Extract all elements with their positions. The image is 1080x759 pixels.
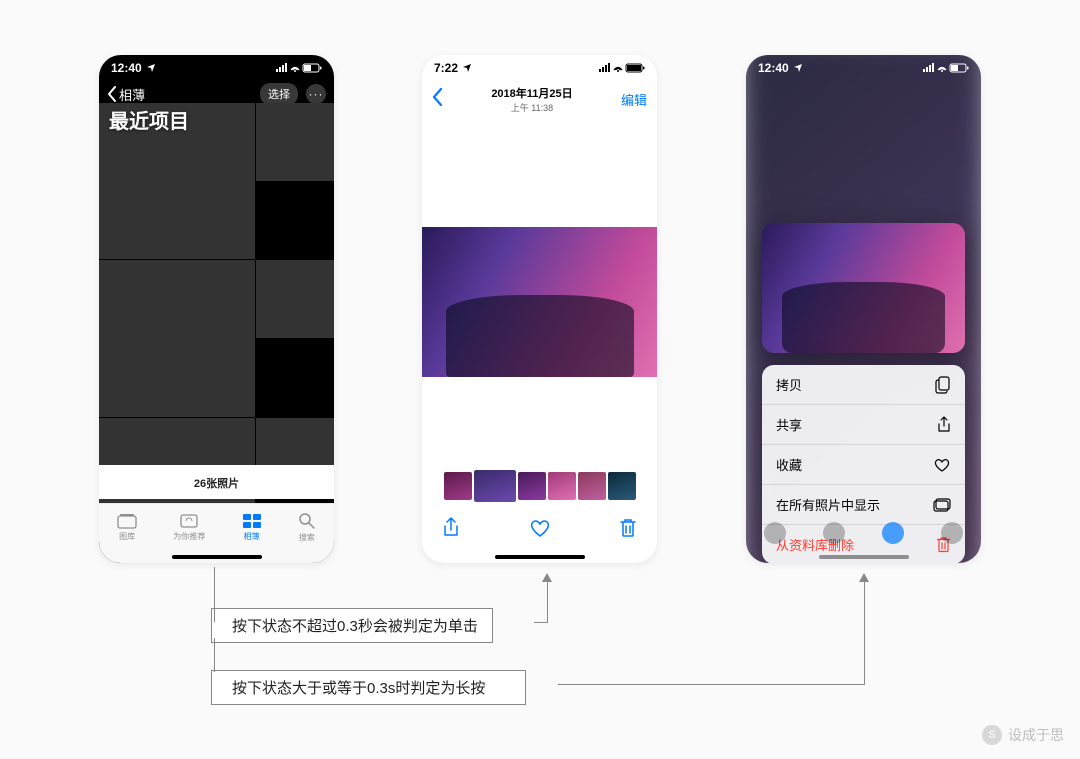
menu-label: 拷贝 — [776, 375, 802, 394]
arrow-head — [542, 573, 552, 582]
copy-icon — [935, 376, 951, 394]
tab-search[interactable]: 搜索 — [298, 512, 316, 543]
back-button[interactable]: 相薄 — [107, 85, 145, 104]
phone-detail: 7:22 2018年11月25日 上午 11:38 编辑 — [422, 55, 657, 563]
status-bar: 7:22 — [422, 55, 657, 81]
strip-thumb[interactable] — [578, 472, 606, 500]
home-indicator[interactable] — [172, 555, 262, 559]
tab-library[interactable]: 图库 — [117, 513, 137, 542]
select-button[interactable]: 选择 — [260, 83, 298, 105]
heart-icon — [933, 457, 951, 473]
menu-label: 收藏 — [776, 455, 802, 474]
connector-line — [547, 580, 548, 623]
tab-label: 搜索 — [299, 532, 315, 543]
favorite-button[interactable] — [529, 518, 551, 538]
connector-line — [864, 580, 865, 685]
album-title: 最近项目 — [109, 105, 189, 134]
photo-view[interactable] — [422, 227, 657, 377]
preview-card[interactable] — [762, 223, 965, 353]
location-icon — [146, 63, 156, 73]
photo-thumb[interactable] — [99, 260, 255, 416]
chevron-left-icon — [432, 88, 443, 106]
photo-thumb[interactable] — [256, 260, 334, 338]
home-indicator[interactable] — [819, 555, 909, 559]
status-bar: 12:40 — [746, 55, 981, 81]
back-label: 相薄 — [119, 85, 145, 104]
share-icon — [937, 416, 951, 434]
delete-button[interactable] — [619, 518, 637, 538]
status-bar: 12:40 — [99, 55, 334, 81]
nav-bar: 2018年11月25日 上午 11:38 编辑 — [422, 81, 657, 118]
annotation-tap-text: 按下状态不超过0.3秒会被判定为单击 — [232, 618, 478, 635]
edit-button[interactable]: 编辑 — [621, 90, 647, 109]
annotation-tap: 按下状态不超过0.3秒会被判定为单击 — [211, 608, 493, 643]
status-indicators — [599, 63, 645, 73]
chevron-left-icon — [107, 86, 117, 102]
photo-toolbar — [422, 507, 657, 549]
date-line2: 上午 11:38 — [491, 101, 572, 114]
photo-thumb[interactable] — [256, 103, 334, 181]
blur-tab — [764, 522, 786, 544]
status-time-text: 12:40 — [758, 61, 789, 75]
menu-label: 共享 — [776, 415, 802, 434]
blur-tab — [823, 522, 845, 544]
menu-share[interactable]: 共享 — [762, 405, 965, 445]
arrow-head — [859, 573, 869, 582]
library-icon — [117, 513, 137, 529]
strip-thumb[interactable] — [548, 472, 576, 500]
connector-line — [214, 567, 215, 622]
strip-thumb[interactable] — [608, 472, 636, 500]
back-button[interactable] — [432, 88, 443, 111]
strip-thumb-selected[interactable] — [474, 470, 516, 502]
blur-tab — [941, 522, 963, 544]
status-indicators — [276, 63, 322, 73]
strip-thumb[interactable] — [444, 472, 472, 500]
albums-icon — [242, 513, 262, 529]
tab-label: 图库 — [119, 531, 135, 542]
tab-label: 相簿 — [244, 531, 260, 542]
menu-favorite[interactable]: 收藏 — [762, 445, 965, 485]
trash-icon — [619, 518, 637, 538]
connector-line — [214, 638, 215, 672]
status-indicators — [923, 63, 969, 73]
phone-albums: 12:40 相薄 选择 ··· 最近项目 26张照片 — [99, 55, 334, 563]
more-button[interactable]: ··· — [306, 84, 326, 104]
share-icon — [442, 517, 460, 539]
date-line1: 2018年11月25日 — [491, 85, 572, 101]
photo-count: 26张照片 — [99, 465, 334, 499]
tab-bar: 图库 为你推荐 相簿 搜索 — [99, 503, 334, 563]
tab-albums[interactable]: 相簿 — [242, 513, 262, 542]
for-you-icon — [179, 513, 199, 529]
phone-context-menu: 12:40 拷贝 共享 收藏 在所有照片中显示 从资料库删除 — [746, 55, 981, 563]
blurred-tabbar — [746, 503, 981, 563]
status-time: 7:22 — [434, 61, 472, 75]
status-time-text: 7:22 — [434, 61, 458, 75]
watermark-text: 设成于思 — [1008, 725, 1064, 745]
watermark-icon: S — [982, 725, 1002, 745]
share-button[interactable] — [442, 517, 460, 539]
tab-for-you[interactable]: 为你推荐 — [173, 513, 205, 542]
watermark: S 设成于思 — [982, 725, 1064, 745]
search-icon — [298, 512, 316, 530]
status-time: 12:40 — [758, 61, 803, 75]
connector-line — [534, 622, 548, 623]
thumbnail-strip[interactable] — [422, 469, 657, 503]
annotation-longpress: 按下状态大于或等于0.3s时判定为长按 — [211, 670, 526, 705]
tab-label: 为你推荐 — [173, 531, 205, 542]
status-time: 12:40 — [111, 61, 156, 75]
heart-icon — [529, 518, 551, 538]
connector-line — [558, 684, 865, 685]
strip-thumb[interactable] — [518, 472, 546, 500]
status-time-text: 12:40 — [111, 61, 142, 75]
location-icon — [793, 63, 803, 73]
home-indicator[interactable] — [495, 555, 585, 559]
blur-tab-active — [882, 522, 904, 544]
location-icon — [462, 63, 472, 73]
photo-date: 2018年11月25日 上午 11:38 — [491, 85, 572, 114]
annotation-longpress-text: 按下状态大于或等于0.3s时判定为长按 — [232, 680, 485, 697]
menu-copy[interactable]: 拷贝 — [762, 365, 965, 405]
